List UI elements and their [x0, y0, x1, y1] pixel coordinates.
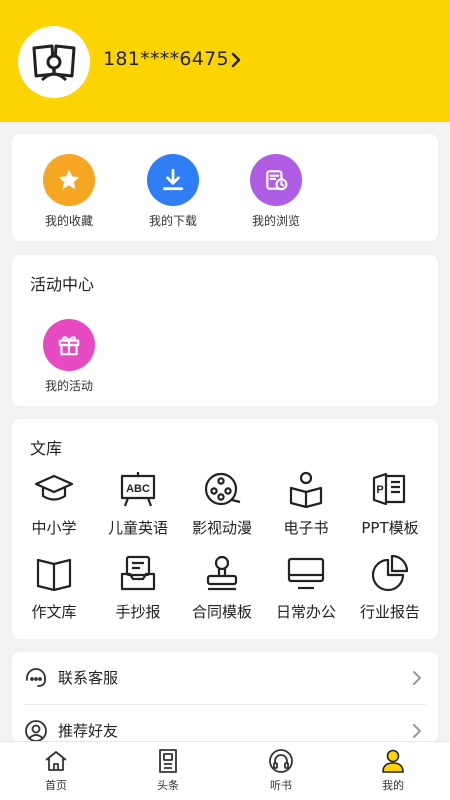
tab-home[interactable]: 首页 [16, 748, 96, 793]
bottom-tab-bar: 首页 头条 听书 我的 [0, 741, 450, 800]
library-item-label: 行业报告 [359, 603, 420, 621]
library-item-industry-report[interactable]: 行业报告 [348, 553, 432, 622]
library-item-label: 影视动漫 [191, 519, 252, 537]
home-icon [45, 751, 67, 771]
tab-news-label: 头条 [157, 779, 179, 792]
profile-icon [382, 749, 404, 773]
activity-title: 活动中心 [30, 275, 95, 294]
library-item-ppt-template[interactable]: P PPT模板 [348, 469, 432, 538]
library-item-essay[interactable]: 作文库 [12, 553, 96, 622]
chevron-right-icon [413, 724, 421, 738]
pie-chart-icon [371, 554, 409, 592]
film-reel-icon [204, 472, 241, 506]
news-icon [159, 749, 177, 773]
contact-support-label: 联系客服 [58, 669, 119, 687]
stamp-icon [206, 555, 238, 591]
library-item-label: 手抄报 [115, 603, 161, 621]
contact-support-row[interactable]: 联系客服 [12, 652, 438, 705]
library-item-label: 作文库 [31, 603, 77, 621]
library-item-label: PPT模板 [361, 519, 419, 537]
headset-icon [26, 668, 46, 687]
reader-avatar-icon [32, 44, 76, 82]
gift-icon [58, 336, 80, 356]
tab-audiobook[interactable]: 听书 [241, 748, 321, 793]
svg-text:ABC: ABC [126, 483, 150, 495]
downloads-circle [147, 154, 199, 206]
tab-home-label: 首页 [45, 779, 67, 792]
library-card: 文库 中小学 ABC 儿童英语 影视动漫 电子书 P PPT模板 作文库 手抄报… [12, 419, 438, 639]
tab-mine-label: 我的 [382, 779, 404, 792]
menu-card: 联系客服 推荐好友 [12, 652, 438, 742]
tab-news[interactable]: 头条 [128, 748, 208, 793]
downloads-button[interactable]: 我的下载 [128, 154, 218, 229]
recommend-friend-row[interactable]: 推荐好友 [12, 705, 438, 742]
open-book-icon [36, 558, 72, 591]
avatar[interactable] [18, 26, 90, 98]
library-item-label: 电子书 [283, 519, 329, 537]
monitor-icon [287, 557, 325, 590]
download-icon [162, 168, 184, 191]
activity-circle [43, 319, 95, 371]
library-item-ebook[interactable]: 电子书 [264, 469, 348, 538]
activity-card: 活动中心 我的活动 [12, 255, 438, 406]
reader-book-icon [289, 471, 323, 508]
library-item-label: 合同模板 [191, 603, 252, 621]
library-item-label: 中小学 [31, 519, 77, 537]
quick-actions-card: 我的收藏 我的下载 我的浏览 [12, 134, 438, 241]
favorites-circle [43, 154, 95, 206]
star-icon [58, 169, 80, 190]
handcopy-icon [120, 555, 156, 591]
profile-header: 181****6475 [0, 0, 450, 122]
svg-text:P: P [376, 484, 383, 496]
library-item-label: 日常办公 [275, 603, 336, 621]
history-circle [250, 154, 302, 206]
library-item-contract[interactable]: 合同模板 [180, 553, 264, 622]
history-icon [266, 170, 288, 191]
library-item-film-animation[interactable]: 影视动漫 [180, 469, 264, 538]
user-icon [25, 720, 47, 742]
library-item-primary-school[interactable]: 中小学 [12, 469, 96, 538]
downloads-label: 我的下载 [148, 214, 197, 228]
my-activity-button[interactable]: 我的活动 [24, 319, 114, 394]
recommend-friend-label: 推荐好友 [58, 722, 119, 740]
favorites-label: 我的收藏 [44, 214, 93, 228]
ppt-file-icon: P [372, 472, 406, 506]
library-item-office[interactable]: 日常办公 [264, 553, 348, 622]
library-item-kids-english[interactable]: ABC 儿童英语 [96, 469, 180, 538]
graduation-cap-icon [34, 474, 74, 501]
chevron-right-icon[interactable] [230, 51, 242, 69]
abc-board-icon: ABC [120, 472, 156, 507]
my-activity-label: 我的活动 [44, 379, 93, 393]
tab-audiobook-label: 听书 [270, 779, 292, 792]
library-title: 文库 [30, 439, 63, 458]
chevron-right-icon [413, 671, 421, 685]
tab-mine[interactable]: 我的 [353, 748, 433, 793]
history-label: 我的浏览 [251, 214, 300, 228]
library-item-label: 儿童英语 [107, 519, 168, 537]
headphones-icon [269, 749, 293, 773]
user-phone[interactable]: 181****6475 [103, 48, 229, 70]
library-item-handcopy[interactable]: 手抄报 [96, 553, 180, 622]
favorites-button[interactable]: 我的收藏 [24, 154, 114, 229]
history-button[interactable]: 我的浏览 [231, 154, 321, 229]
